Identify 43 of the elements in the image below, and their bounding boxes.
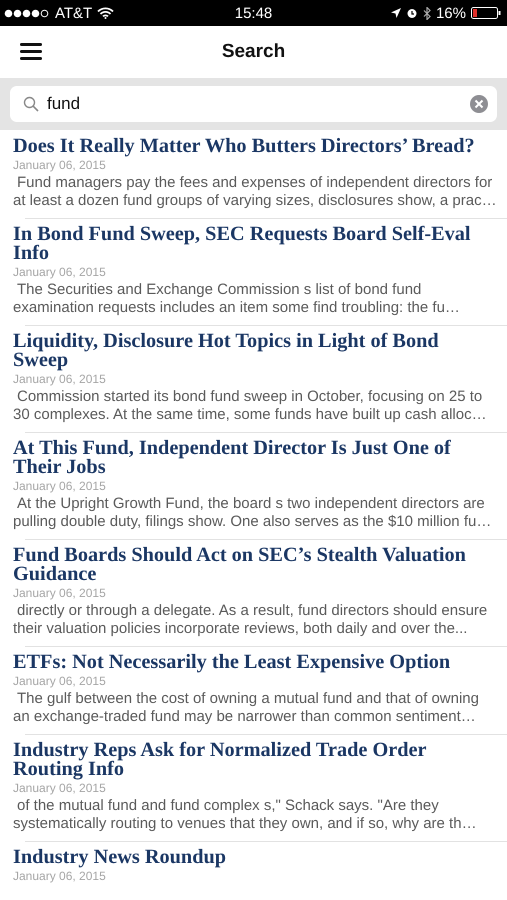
search-result[interactable]: ETFs: Not Necessarily the Least Expensive Option January 06, 2015 The gulf between the cost of owning a mutual fund and that of owning an exchange-traded fund may be narrower than common sentiment… [0, 646, 507, 734]
article-date: January 06, 2015 [13, 868, 107, 885]
article-date: January 06, 2015 [13, 264, 107, 281]
close-icon [470, 95, 488, 113]
menu-icon [20, 43, 42, 60]
article-title: Industry News Roundup [13, 848, 228, 867]
article-date: January 06, 2015 [13, 673, 107, 690]
article-title: Does It Really Matter Who Butters Directors’ Bread? [13, 137, 475, 156]
signal-icon [4, 8, 50, 18]
article-date: January 06, 2015 [13, 478, 107, 495]
article-title: ETFs: Not Necessarily the Least Expensive Option [13, 653, 452, 672]
battery-icon [471, 7, 501, 19]
clock-time: 15:48 [234, 4, 272, 22]
search-icon [23, 96, 39, 112]
article-title: In Bond Fund Sweep, SEC Requests Board Self-Eval Info [13, 225, 472, 263]
article-title: Liquidity, Disclosure Hot Topics in Light of Bond Sweep [13, 332, 440, 370]
article-date: January 06, 2015 [13, 157, 107, 174]
article-title: At This Fund, Independent Director Is Just One of Their Jobs [13, 439, 452, 477]
article-snippet: directly or through a delegate. As a result, fund directors should ensure their valuation policies incorporate reviews, both daily and over the... [13, 602, 488, 637]
article-title: Fund Boards Should Act on SEC’s Stealth Valuation Guidance [13, 546, 467, 584]
page-title: Search [222, 41, 286, 63]
wifi-icon [97, 7, 114, 19]
battery-percent: 16% [436, 4, 466, 22]
search-result[interactable]: Industry News Roundup January 06, 2015 [0, 841, 507, 894]
article-snippet: Fund managers pay the fees and expenses of independent directors for at least a dozen fund groups of varying sizes, disclosures show, a prac… [13, 174, 497, 209]
article-snippet: of the mutual fund and fund complex s," Schack says. "Are they systematically routing to venues that they own, and if so, why are th… [13, 797, 478, 832]
alarm-clock-icon [406, 7, 418, 19]
article-date: January 06, 2015 [13, 371, 107, 388]
search-result[interactable]: In Bond Fund Sweep, SEC Requests Board Self-Eval Info January 06, 2015 The Securities and Exchange Commission s list of bond fund examination requests includes an item some find troubling: the fu… [0, 218, 507, 325]
menu-button[interactable] [20, 43, 42, 60]
article-snippet: Commission started its bond fund sweep in October, focusing on 25 to 30 complexes. At the same time, some funds have built up cash alloc… [13, 388, 488, 423]
search-field[interactable]: fund [10, 86, 497, 122]
location-arrow-icon [390, 8, 401, 18]
article-date: January 06, 2015 [13, 780, 107, 797]
search-input[interactable]: fund [47, 94, 462, 114]
bluetooth-icon [422, 6, 431, 20]
article-snippet: The gulf between the cost of owning a mutual fund and that of owning an exchange-traded fund may be narrower than common sentiment… [13, 690, 480, 725]
clear-button[interactable] [470, 95, 488, 113]
article-date: January 06, 2015 [13, 585, 107, 602]
article-snippet: The Securities and Exchange Commission s list of bond fund examination requests includes an item some find troubling: the fu… [13, 281, 461, 316]
carrier-name: AT&T [55, 4, 92, 22]
article-title: Industry Reps Ask for Normalized Trade Order Routing Info [13, 741, 428, 779]
article-snippet: At the Upright Growth Fund, the board s two independent directors are pulling double duty, filings show. One also serves as the $10 million fu… [13, 495, 492, 530]
